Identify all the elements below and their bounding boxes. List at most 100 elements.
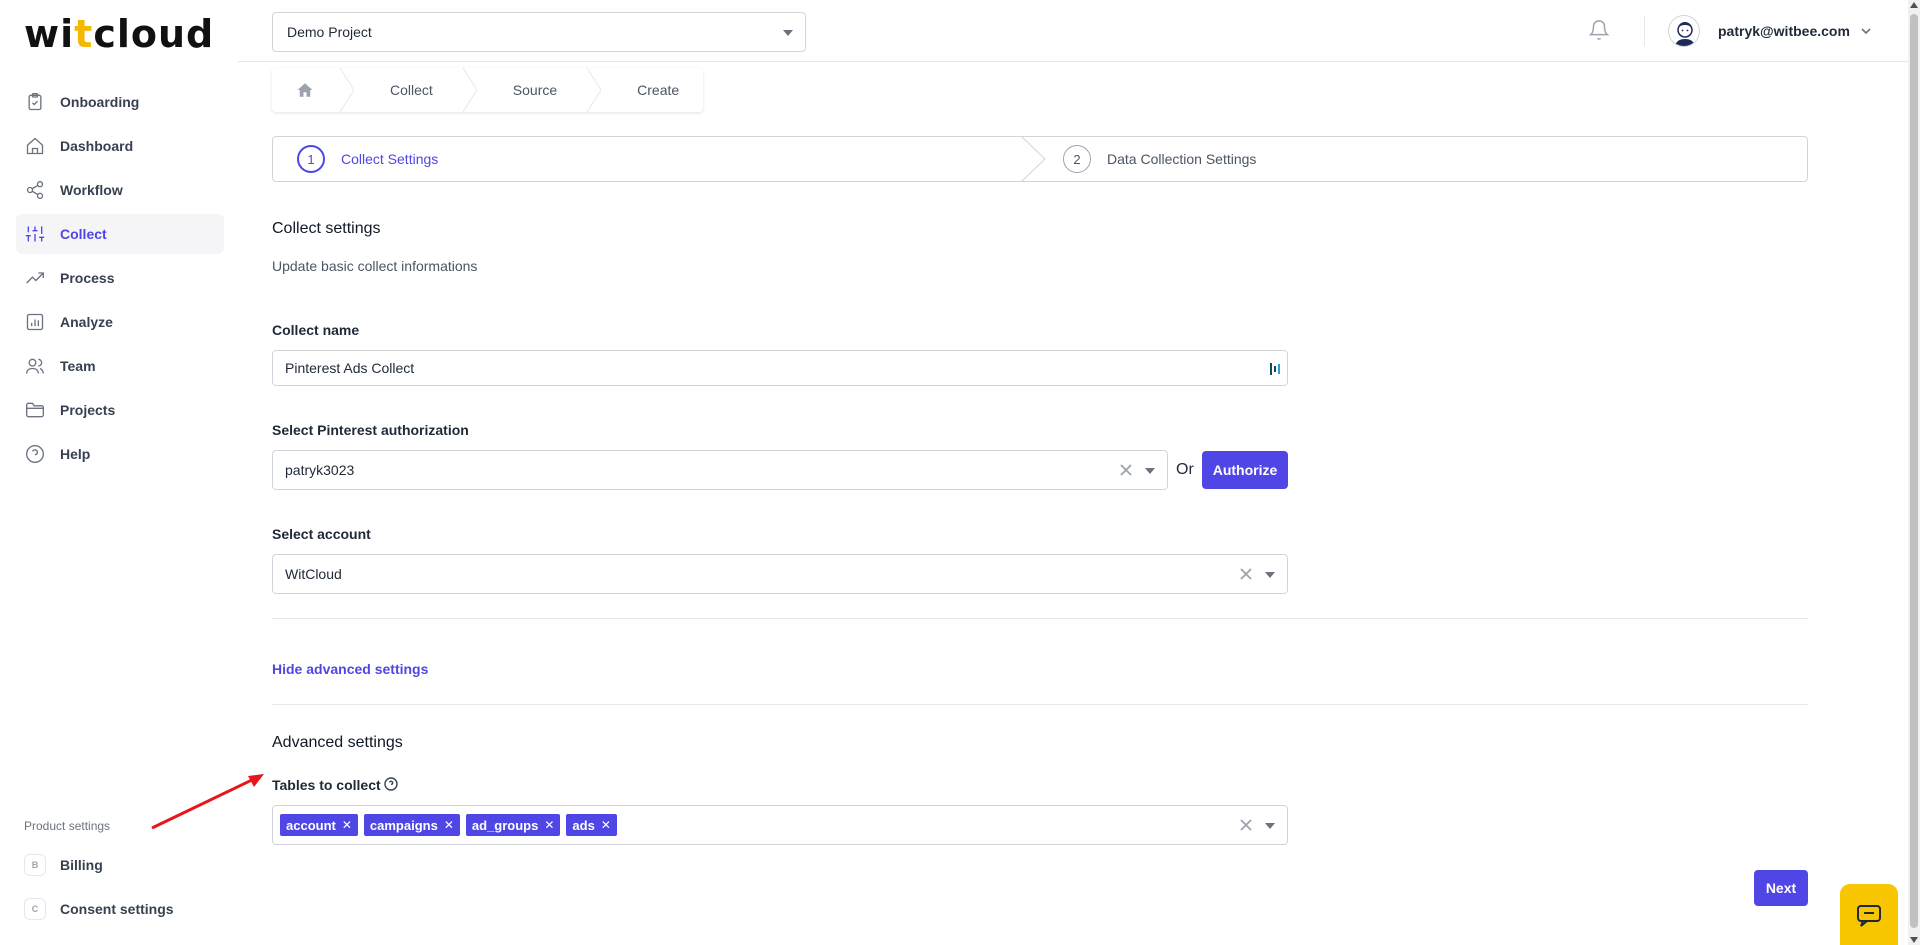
caret-down-icon[interactable] (1265, 572, 1275, 578)
bell-icon[interactable] (1588, 19, 1612, 43)
project-select[interactable]: Demo Project (272, 12, 806, 52)
breadcrumb-source[interactable]: Source (477, 68, 587, 112)
chat-widget-button[interactable] (1840, 884, 1898, 945)
hide-advanced-settings-link[interactable]: Hide advanced settings (272, 661, 428, 677)
sidebar-item-label: Workflow (60, 182, 123, 198)
sidebar-item-onboarding[interactable]: Onboarding (16, 82, 224, 122)
tag-ad-groups: ad_groups ✕ (465, 814, 561, 836)
stepper: 1 Collect Settings 2 Data Collection Set… (272, 136, 1808, 182)
clipboard-icon (24, 91, 46, 113)
authorize-button[interactable]: Authorize (1202, 451, 1288, 489)
home-icon (297, 83, 313, 97)
tag-label: account (286, 817, 336, 833)
auth-select[interactable]: patryk3023 (272, 450, 1168, 490)
billing-letter-icon: B (24, 854, 46, 876)
sidebar-item-workflow[interactable]: Workflow (16, 170, 224, 210)
logo-suffix: cloud (93, 12, 215, 56)
product-settings-nav: B Billing C Consent settings (16, 845, 224, 933)
collect-name-value: Pinterest Ads Collect (285, 360, 415, 376)
scroll-thumb[interactable] (1910, 14, 1918, 928)
share-icon (24, 179, 46, 201)
scrollbar[interactable] (1908, 0, 1920, 945)
breadcrumb-home[interactable] (272, 68, 340, 112)
clear-icon[interactable] (1239, 567, 1253, 581)
step-collect-settings[interactable]: 1 Collect Settings (273, 137, 1023, 181)
scroll-down-arrow-icon[interactable] (1910, 937, 1918, 943)
or-text: Or (1176, 461, 1194, 478)
sidebar-item-label: Consent settings (60, 901, 174, 917)
account-select[interactable]: WitCloud (272, 554, 1288, 594)
sidebar-item-label: Onboarding (60, 94, 140, 110)
chevron-down-icon[interactable] (1860, 24, 1872, 36)
sidebar-item-process[interactable]: Process (16, 258, 224, 298)
main-nav: Onboarding Dashboard Workflow Collect Pr… (16, 82, 224, 478)
sidebar-item-dashboard[interactable]: Dashboard (16, 126, 224, 166)
bar-chart-icon (24, 311, 46, 333)
top-bar: Demo Project patryk@witbee.com (238, 0, 1908, 62)
user-email[interactable]: patryk@witbee.com (1718, 23, 1850, 39)
help-circle-icon[interactable] (384, 777, 398, 791)
tag-label: ads (572, 817, 595, 833)
logo-accent: t (74, 12, 94, 56)
breadcrumb-collect[interactable]: Collect (354, 68, 463, 112)
trending-up-icon (24, 267, 46, 289)
breadcrumb-separator (462, 67, 478, 113)
advanced-settings-title: Advanced settings (272, 734, 403, 751)
sidebar-item-help[interactable]: Help (16, 434, 224, 474)
clear-icon[interactable] (1119, 463, 1133, 477)
remove-tag-icon[interactable]: ✕ (342, 818, 352, 832)
sidebar-item-label: Process (60, 270, 115, 286)
remove-tag-icon[interactable]: ✕ (601, 818, 611, 832)
breadcrumb-separator (586, 67, 602, 113)
tag-ads: ads ✕ (566, 814, 617, 836)
sidebar-item-billing[interactable]: B Billing (16, 845, 224, 885)
collect-name-input[interactable]: Pinterest Ads Collect (272, 350, 1288, 386)
step-number: 2 (1063, 145, 1091, 173)
topbar-divider (1644, 16, 1645, 46)
annotation-arrow (151, 774, 264, 830)
sidebar-item-collect[interactable]: Collect (16, 214, 224, 254)
help-circle-icon (24, 443, 46, 465)
chat-icon (1857, 904, 1881, 927)
logo-prefix: wi (24, 12, 75, 56)
witcloud-logo[interactable]: witcloud (24, 12, 214, 56)
divider (272, 704, 1808, 705)
sidebar-item-consent-settings[interactable]: C Consent settings (16, 889, 224, 929)
users-icon (24, 355, 46, 377)
clear-icon[interactable] (1239, 818, 1253, 832)
remove-tag-icon[interactable]: ✕ (444, 818, 454, 832)
tables-tags: account ✕ campaigns ✕ ad_groups ✕ ads ✕ (280, 814, 617, 836)
next-button[interactable]: Next (1754, 870, 1808, 906)
tables-label: Tables to collect (272, 777, 381, 793)
remove-tag-icon[interactable]: ✕ (544, 818, 554, 832)
user-avatar[interactable] (1668, 15, 1700, 47)
sidebar-item-label: Help (60, 446, 91, 462)
step-data-collection-settings[interactable]: 2 Data Collection Settings (1023, 137, 1256, 181)
account-select-value: WitCloud (285, 566, 342, 582)
sidebar-item-team[interactable]: Team (16, 346, 224, 386)
scroll-up-arrow-icon[interactable] (1910, 2, 1918, 8)
sidebar-item-label: Collect (60, 226, 107, 242)
sidebar-item-label: Analyze (60, 314, 113, 330)
consent-letter-icon: C (24, 898, 46, 920)
sidebar-item-label: Projects (60, 402, 116, 418)
project-select-value: Demo Project (287, 24, 372, 40)
breadcrumb-separator (339, 67, 355, 113)
caret-down-icon[interactable] (1265, 823, 1275, 829)
sidebar-item-analyze[interactable]: Analyze (16, 302, 224, 342)
sidebar-item-label: Dashboard (60, 138, 134, 154)
breadcrumb: Collect Source Create (272, 67, 704, 113)
collect-name-label: Collect name (272, 322, 360, 338)
auth-label: Select Pinterest authorization (272, 422, 469, 438)
auth-select-value: patryk3023 (285, 462, 355, 478)
divider (272, 618, 1808, 619)
product-settings-heading: Product settings (24, 819, 111, 833)
caret-down-icon[interactable] (1145, 468, 1155, 474)
sliders-icon (24, 223, 46, 245)
sidebar-item-projects[interactable]: Projects (16, 390, 224, 430)
section-title: Collect settings (272, 220, 381, 237)
caret-down-icon (783, 30, 793, 36)
password-manager-icon[interactable] (1269, 361, 1281, 377)
tag-account: account ✕ (280, 814, 358, 836)
sidebar-item-label: Team (60, 358, 96, 374)
